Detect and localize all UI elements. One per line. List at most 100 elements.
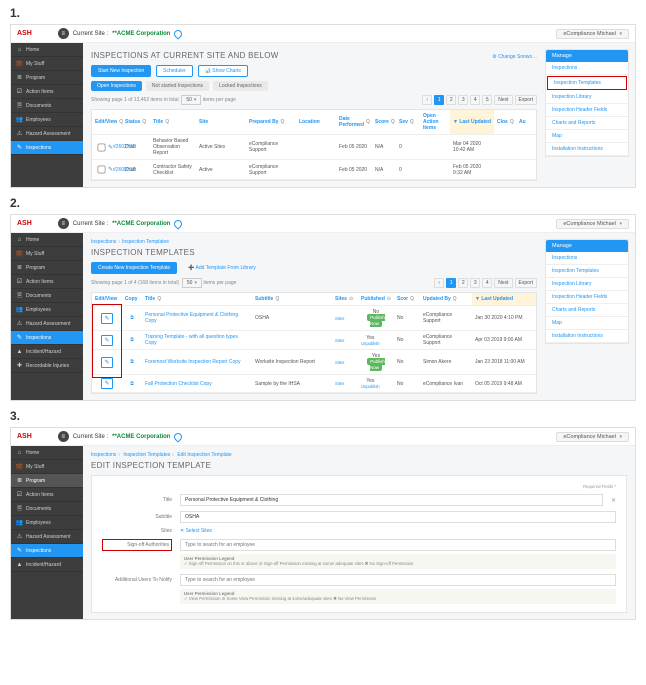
template-title-link[interactable]: Personal Protective Equipment & Clothing…: [142, 306, 252, 330]
manage-item-inspections[interactable]: Inspections: [546, 252, 628, 265]
edit-icon[interactable]: ✎: [101, 313, 112, 324]
pager-prev[interactable]: ‹: [434, 278, 444, 288]
pager-3[interactable]: 3: [458, 95, 468, 105]
sidebar-item-program[interactable]: ≣Program: [11, 474, 83, 488]
copy-icon[interactable]: ⧉: [130, 359, 134, 365]
change-settings-link[interactable]: ⚙ Change Snows…: [492, 54, 537, 60]
sidebar-item-home[interactable]: ⌂Home: [11, 43, 83, 57]
unpublish-link[interactable]: Unpublish: [361, 341, 380, 346]
row-checkbox[interactable]: [98, 143, 106, 151]
sidebar-item-hazard-assessment[interactable]: ⚠Hazard Assessment: [11, 127, 83, 141]
start-inspection-button[interactable]: Start New Inspection: [91, 65, 151, 77]
manage-item-installation-instructions[interactable]: Installation Instructions: [546, 330, 628, 343]
publish-badge[interactable]: Publish Now: [367, 314, 385, 327]
pager-2[interactable]: 2: [446, 95, 456, 105]
add-from-library-link[interactable]: ➕ Add Template From Library: [188, 265, 256, 271]
sidebar-item-employees[interactable]: 👥Employees: [11, 303, 83, 317]
sidebar-item-home[interactable]: ⌂Home: [11, 446, 83, 460]
pager-1[interactable]: 1: [446, 278, 456, 288]
sidebar-item-my-stuff[interactable]: 💼My Stuff: [11, 460, 83, 474]
pager-prev[interactable]: ‹: [422, 95, 432, 105]
pin-icon[interactable]: [173, 28, 184, 39]
sidebar-item-inspections[interactable]: ✎Inspections: [11, 544, 83, 558]
perpage-select[interactable]: 50▾: [181, 95, 201, 105]
sites-link[interactable]: Sites: [335, 338, 344, 343]
sidebar-item-hazard-assessment[interactable]: ⚠Hazard Assessment: [11, 317, 83, 331]
template-title-link[interactable]: Foremost Worksite Inspection Report Copy: [142, 350, 252, 374]
subtitle-input[interactable]: [180, 511, 616, 523]
template-title-link[interactable]: Fall Protection Checklist Copy: [142, 375, 252, 392]
sidebar-item-documents[interactable]: 🗎Documents: [11, 502, 83, 516]
sidebar-item-action-items[interactable]: ☑Action Items: [11, 275, 83, 289]
pager-next[interactable]: Next: [494, 278, 512, 288]
pager-next[interactable]: Next: [494, 95, 512, 105]
manage-item-inspection-library[interactable]: Inspection Library: [546, 91, 628, 104]
sidebar-item-inspections[interactable]: ✎Inspections: [11, 331, 83, 345]
sites-link[interactable]: Sites: [335, 316, 344, 321]
sidebar-item-home[interactable]: ⌂Home: [11, 233, 83, 247]
copy-icon[interactable]: ⧉: [130, 381, 134, 387]
pager-4[interactable]: 4: [470, 95, 480, 105]
manage-item-map[interactable]: Map: [546, 317, 628, 330]
manage-item-inspection-header-fields[interactable]: Inspection Header Fields: [546, 291, 628, 304]
sidebar-item-employees[interactable]: 👥Employees: [11, 516, 83, 530]
sidebar-item-documents[interactable]: 🗎Documents: [11, 99, 83, 113]
unpublish-link[interactable]: Unpublish: [361, 384, 380, 389]
sites-link[interactable]: Sites: [335, 381, 344, 386]
manage-item-installation-instructions[interactable]: Installation Instructions: [546, 143, 628, 156]
site-name[interactable]: **ACME Corporation: [112, 434, 170, 440]
pager-export[interactable]: Export: [515, 278, 537, 288]
manage-item-inspection-header-fields[interactable]: Inspection Header Fields: [546, 104, 628, 117]
edit-icon[interactable]: ✎: [101, 335, 112, 346]
menu-icon[interactable]: ≡: [58, 28, 69, 39]
edit-icon[interactable]: ✎: [101, 378, 112, 389]
show-charts-button[interactable]: 📊 Show Charts: [198, 65, 248, 77]
sidebar-item-documents[interactable]: 🗎Documents: [11, 289, 83, 303]
pin-icon[interactable]: [173, 218, 184, 229]
manage-item-map[interactable]: Map: [546, 130, 628, 143]
pager-1[interactable]: 1: [434, 95, 444, 105]
row-checkbox[interactable]: [98, 166, 106, 174]
signoff-input[interactable]: [180, 539, 616, 551]
manage-item-charts-and-reports[interactable]: Charts and Reports: [546, 117, 628, 130]
addl-users-input[interactable]: [180, 574, 616, 586]
site-name[interactable]: **ACME Corporation: [112, 31, 170, 37]
pager-2[interactable]: 2: [458, 278, 468, 288]
menu-icon[interactable]: ≡: [58, 431, 69, 442]
menu-icon[interactable]: ≡: [58, 218, 69, 229]
sidebar-item-incident-hazard[interactable]: ▲Incident/Hazard: [11, 558, 83, 572]
sidebar-item-my-stuff[interactable]: 💼My Stuff: [11, 57, 83, 71]
tab-open-inspections[interactable]: Open Inspections: [91, 81, 142, 91]
sidebar-item-recordable-injuries[interactable]: ✚Recordable Injuries: [11, 359, 83, 373]
manage-item-inspections[interactable]: Inspections: [546, 62, 628, 75]
sidebar-item-inspections[interactable]: ✎Inspections: [11, 141, 83, 155]
select-sites-link[interactable]: ✕ Select Sites: [180, 528, 212, 534]
title-input[interactable]: [180, 494, 603, 506]
pager-5[interactable]: 5: [482, 95, 492, 105]
sidebar-item-program[interactable]: ≣Program: [11, 71, 83, 85]
sidebar-item-hazard-assessment[interactable]: ⚠Hazard Assessment: [11, 530, 83, 544]
pager-export[interactable]: Export: [515, 95, 537, 105]
sidebar-item-program[interactable]: ≣Program: [11, 261, 83, 275]
user-chip[interactable]: eCompliance Michael ▾: [556, 29, 629, 39]
user-chip[interactable]: eCompliance Michael ▾: [556, 432, 629, 442]
manage-item-inspection-templates[interactable]: Inspection Templates: [546, 265, 628, 278]
copy-icon[interactable]: ⧉: [130, 315, 134, 321]
sidebar-item-action-items[interactable]: ☑Action Items: [11, 488, 83, 502]
manage-item-charts-and-reports[interactable]: Charts and Reports: [546, 304, 628, 317]
sidebar-item-action-items[interactable]: ☑Action Items: [11, 85, 83, 99]
edit-icon[interactable]: ✎: [101, 357, 112, 368]
publish-badge[interactable]: Publish Now: [367, 358, 385, 371]
scheduler-button[interactable]: Scheduler: [156, 65, 193, 77]
template-title-link[interactable]: Training Template - with all question ty…: [142, 331, 252, 349]
pager-4[interactable]: 4: [482, 278, 492, 288]
manage-item-inspection-library[interactable]: Inspection Library: [546, 278, 628, 291]
pin-icon[interactable]: [173, 431, 184, 442]
clear-icon[interactable]: ✕: [611, 497, 616, 504]
copy-icon[interactable]: ⧉: [130, 337, 134, 343]
manage-item-inspection-templates[interactable]: Inspection Templates: [547, 76, 627, 90]
pager-3[interactable]: 3: [470, 278, 480, 288]
sidebar-item-my-stuff[interactable]: 💼My Stuff: [11, 247, 83, 261]
sites-link[interactable]: Sites: [335, 360, 344, 365]
user-chip[interactable]: eCompliance Michael ▾: [556, 219, 629, 229]
